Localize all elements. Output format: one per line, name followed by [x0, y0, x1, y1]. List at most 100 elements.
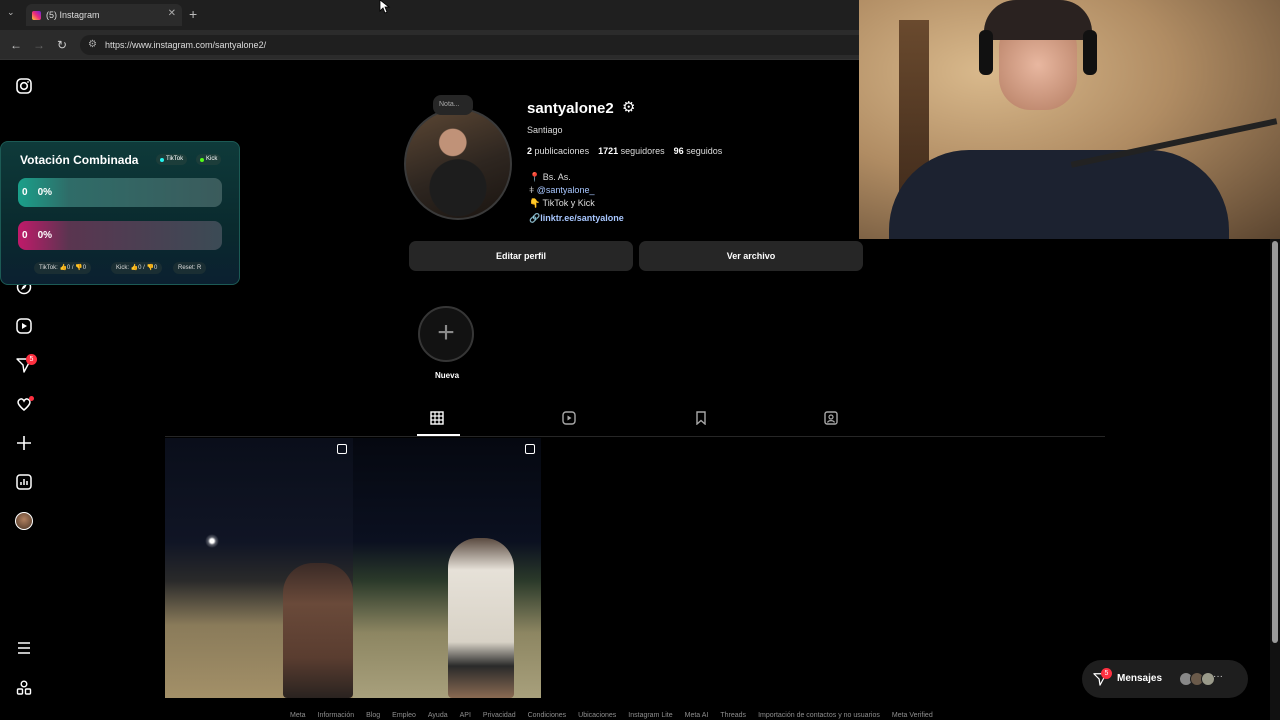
footer-link[interactable]: Meta AI: [685, 712, 709, 719]
note-bubble[interactable]: Nota...: [433, 95, 473, 115]
instagram-favicon-icon: [32, 10, 41, 20]
carousel-icon: [525, 444, 535, 454]
new-tab-button[interactable]: +: [189, 6, 197, 22]
more-menu-icon[interactable]: [14, 638, 34, 658]
profile-username: santyalone2: [527, 100, 614, 117]
messages-pill-badge: 5: [1101, 668, 1112, 679]
reels-icon[interactable]: [14, 316, 34, 336]
dashboard-chart-icon[interactable]: [14, 472, 34, 492]
kick-dot-icon: [200, 157, 204, 162]
browser-tab-strip: ⌄ (5) Instagram ✕ +: [0, 0, 860, 30]
forward-arrow-icon[interactable]: →: [33, 38, 45, 52]
kick-vote-stat: Kick: 👍0 / 👎0: [111, 262, 163, 274]
vote-widget-title: Votación Combinada: [20, 153, 139, 167]
following-label: seguidos: [686, 146, 723, 156]
footer-link[interactable]: Condiciones: [528, 712, 567, 719]
vote-bar-yes-percent: 0%: [37, 187, 53, 198]
scrollbar-thumb[interactable]: [1272, 241, 1278, 643]
vote-bar-no: 0 0%: [18, 221, 222, 250]
footer-link[interactable]: Blog: [366, 712, 380, 719]
headphone-left: [979, 30, 993, 75]
url-text: https://www.instagram.com/santyalone2/: [105, 40, 267, 50]
close-tab-icon[interactable]: ✕: [168, 8, 176, 19]
vote-bar-no-count: 0: [22, 230, 28, 241]
active-tab-indicator: [417, 434, 460, 436]
footer-link[interactable]: Threads: [720, 712, 746, 719]
footer-link[interactable]: Información: [318, 712, 355, 719]
site-settings-icon[interactable]: ⚙: [88, 35, 97, 55]
also-from-meta-icon[interactable]: [14, 678, 34, 698]
reset-stat: Reset: R: [173, 262, 207, 274]
new-highlight-button[interactable]: +: [418, 306, 474, 362]
footer-link[interactable]: Instagram Lite: [628, 712, 672, 719]
headphone-right: [1083, 30, 1097, 75]
vote-bar-no-percent: 0%: [37, 230, 53, 241]
instagram-logo-icon[interactable]: [14, 76, 34, 96]
posts-label: publicaciones: [534, 146, 590, 156]
create-plus-icon[interactable]: [14, 433, 34, 453]
back-arrow-icon[interactable]: ←: [10, 38, 22, 52]
followers-count: 1721: [598, 146, 619, 156]
tiktok-vote-stat: TikTok: 👍0 / 👎0: [34, 262, 92, 274]
person-white-sweatshirt: [448, 538, 514, 698]
reels-tab-icon[interactable]: [562, 411, 576, 428]
bio-platforms: 👇 TikTok y Kick: [529, 198, 595, 208]
vote-bar-yes-count: 0: [22, 187, 28, 198]
person-brown-hoodie: [283, 563, 353, 698]
posts-stat: 2 publicaciones: [527, 146, 589, 156]
profile-full-name: Santiago: [527, 125, 563, 135]
footer-link[interactable]: Ubicaciones: [578, 712, 616, 719]
vote-bar-yes: 0 0%: [18, 178, 222, 207]
footer-link[interactable]: Ayuda: [428, 712, 448, 719]
streamer-hair: [984, 0, 1092, 40]
edit-profile-button[interactable]: Editar perfil: [409, 241, 633, 271]
streamer-shirt: [889, 150, 1229, 239]
note-text: Nota...: [439, 101, 460, 108]
tab-search-icon[interactable]: ⌄: [7, 7, 15, 18]
reload-icon[interactable]: ↻: [57, 38, 67, 52]
post-thumbnail-1[interactable]: [165, 438, 353, 698]
footer-links: Meta Información Blog Empleo Ayuda API Privaci…: [290, 712, 933, 719]
footer-link[interactable]: Meta: [290, 712, 306, 719]
saved-bookmark-tab-icon[interactable]: [694, 411, 708, 428]
footer-link[interactable]: Privacidad: [483, 712, 516, 719]
threads-icon: ǂ: [529, 185, 535, 195]
combined-vote-widget: Votación Combinada TikTok Kick 0 0% 0 0% T…: [0, 141, 240, 285]
url-input[interactable]: ⚙ https://www.instagram.com/santyalone2/: [80, 35, 860, 55]
link-chain-icon: 🔗: [529, 213, 541, 223]
address-bar-row: ← → ↻ ⚙ https://www.instagram.com/santya…: [0, 30, 860, 60]
messages-floating-button[interactable]: 5 Mensajes ···: [1082, 660, 1248, 698]
posts-count: 2: [527, 146, 533, 156]
messages-label: Mensajes: [1117, 673, 1163, 684]
view-archive-button[interactable]: Ver archivo: [639, 241, 863, 271]
tabs-divider: [165, 436, 1105, 437]
followers-label: seguidores: [620, 146, 665, 156]
following-count: 96: [673, 146, 684, 156]
footer-link[interactable]: Meta Verified: [892, 712, 933, 719]
street-light: [205, 534, 219, 548]
footer-link[interactable]: Importación de contactos y no usuarios: [758, 712, 880, 719]
bio-link-line: 🔗linktr.ee/santyalone: [529, 213, 624, 224]
browser-tab[interactable]: (5) Instagram ✕: [26, 4, 182, 26]
bio-handle-link[interactable]: @santyalone_: [537, 185, 595, 195]
tab-title: (5) Instagram: [46, 10, 100, 20]
footer-link[interactable]: Empleo: [392, 712, 416, 719]
tagged-tab-icon[interactable]: [824, 411, 838, 428]
bio-location: 📍 Bs. As.: [529, 172, 571, 182]
streamer-webcam-overlay: [859, 0, 1280, 239]
profile-picture[interactable]: [404, 108, 512, 220]
bio-external-link[interactable]: linktr.ee/santyalone: [540, 213, 624, 223]
settings-gear-icon[interactable]: ⚙: [622, 98, 635, 116]
profile-avatar-icon[interactable]: [14, 511, 34, 531]
notification-dot: [29, 396, 34, 401]
post-thumbnail-2[interactable]: [353, 438, 541, 698]
followers-stat[interactable]: 1721 seguidores: [598, 146, 665, 156]
kick-pill-label: Kick: [206, 156, 218, 162]
following-stat[interactable]: 96 seguidos: [674, 146, 723, 156]
page-scrollbar[interactable]: [1270, 239, 1280, 720]
more-dots-icon: ···: [1213, 671, 1223, 682]
new-highlight-label: Nueva: [435, 371, 460, 380]
kick-pill: Kick: [196, 154, 222, 165]
posts-grid-tab-icon[interactable]: [430, 411, 444, 428]
footer-link[interactable]: API: [460, 712, 471, 719]
